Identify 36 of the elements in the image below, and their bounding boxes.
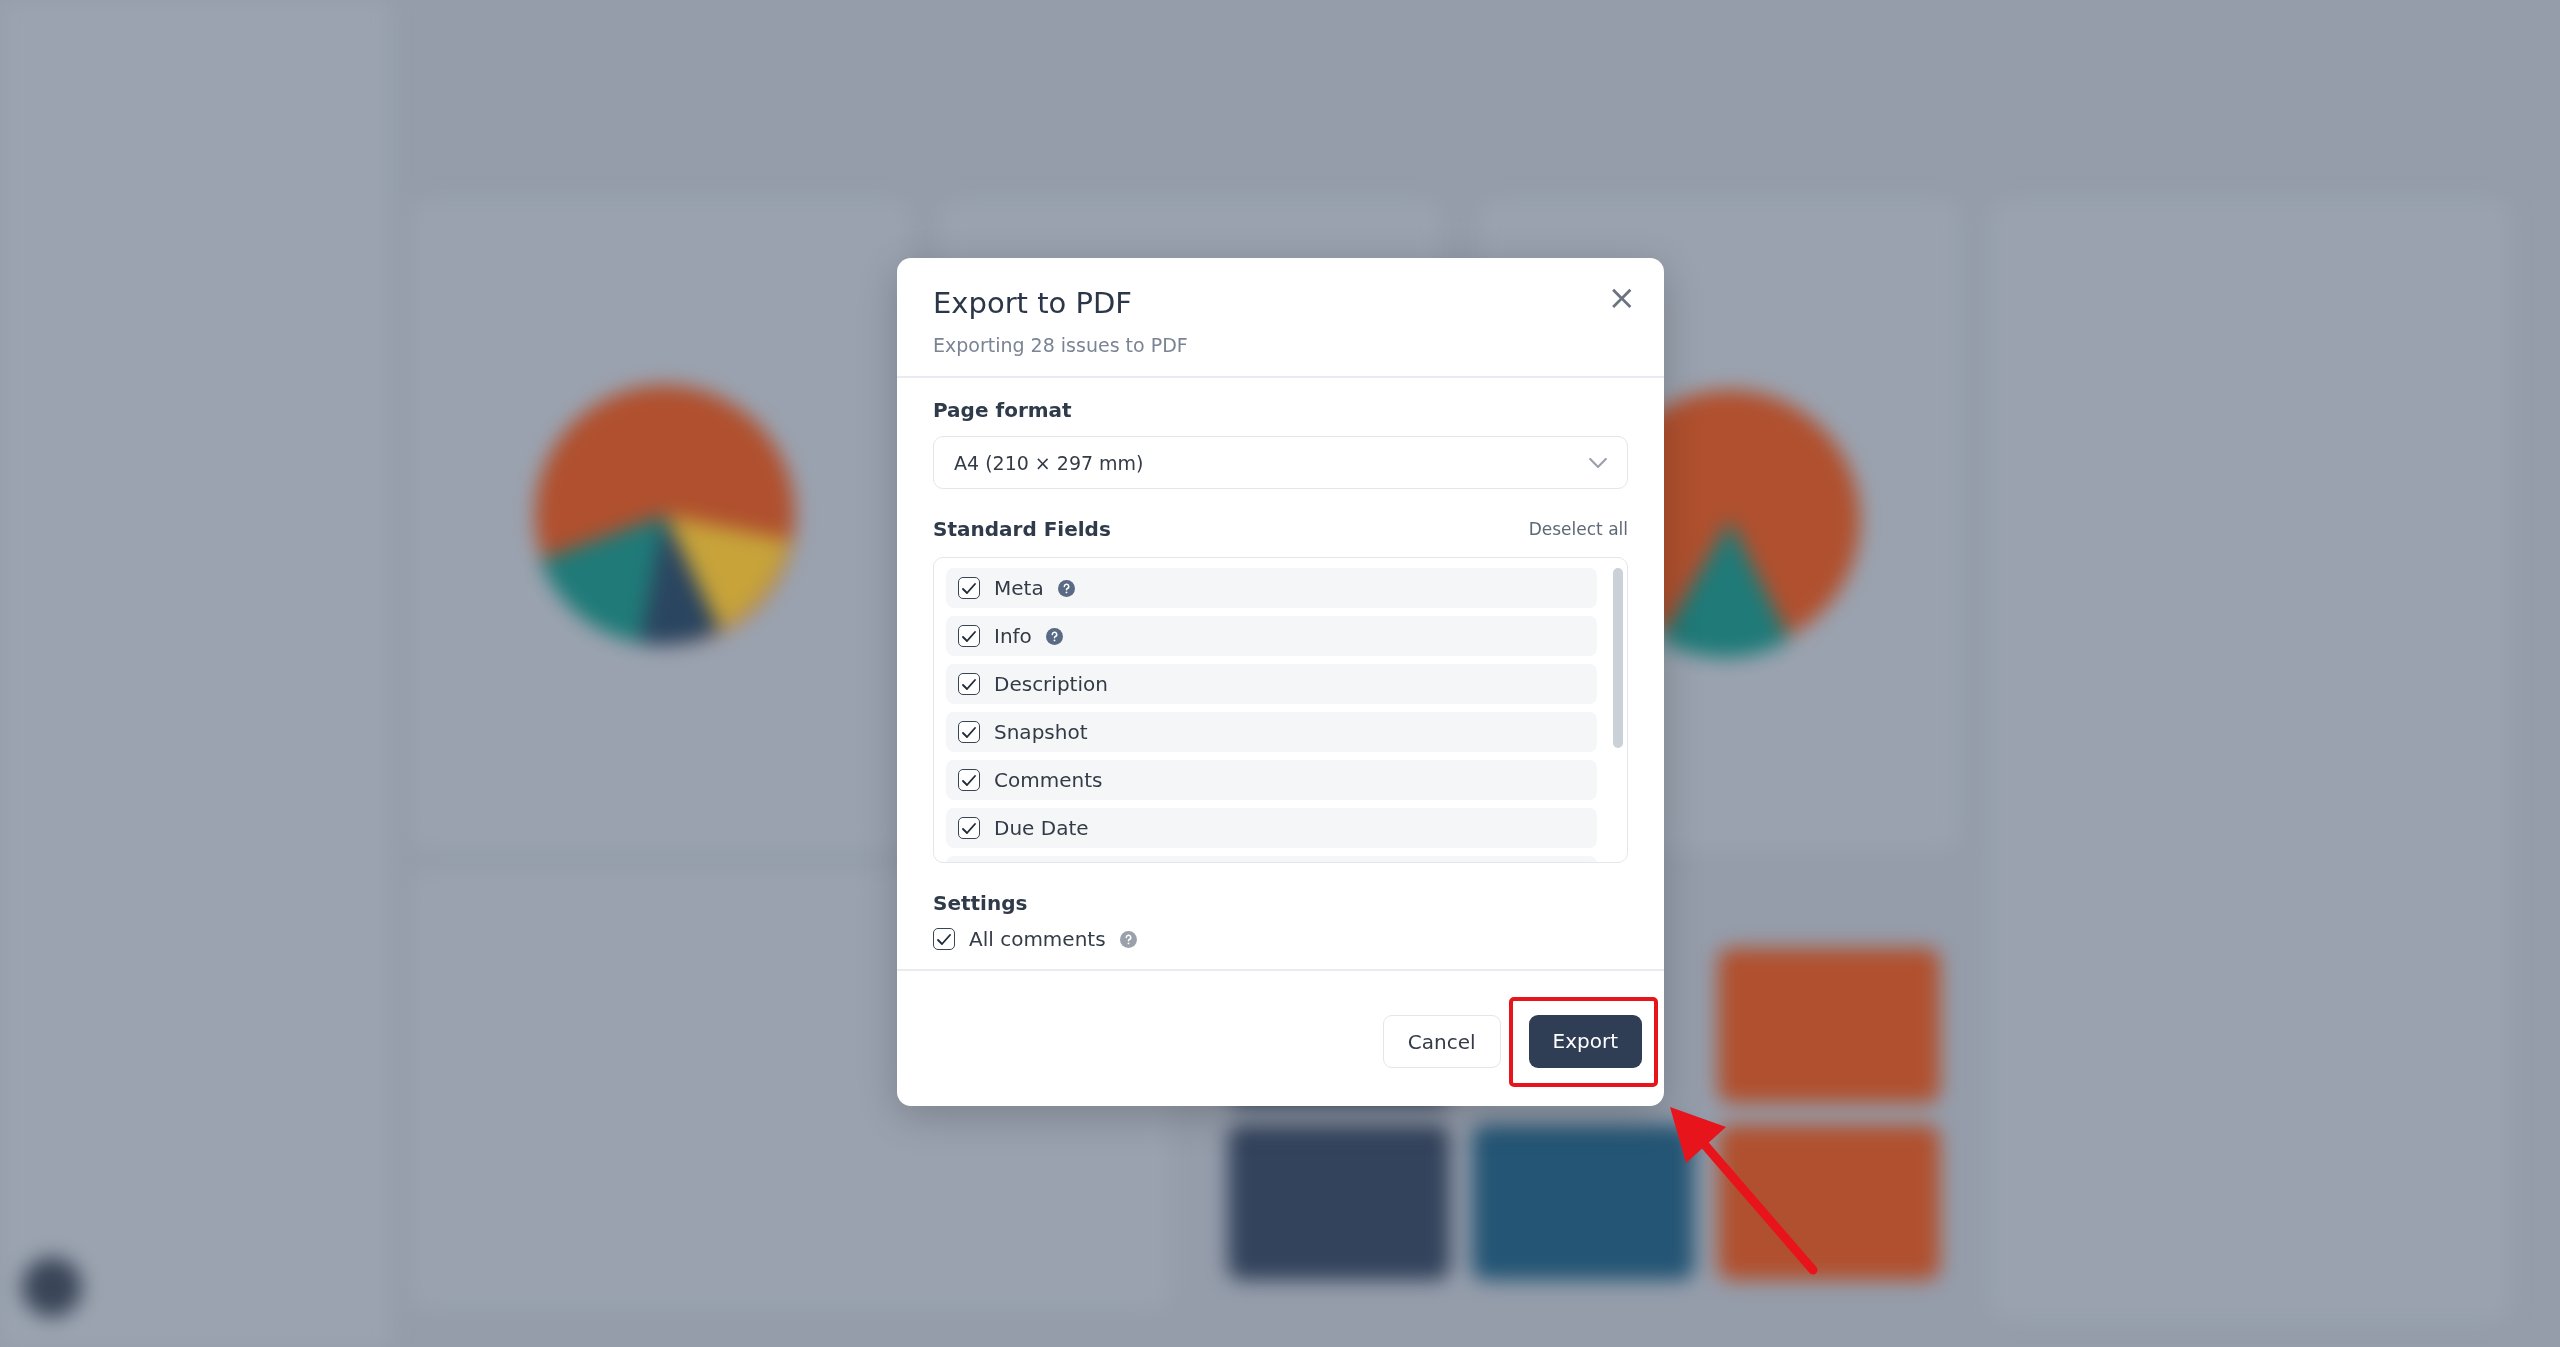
checkbox[interactable] xyxy=(933,928,955,950)
export-button[interactable]: Export xyxy=(1528,1014,1642,1068)
help-icon[interactable] xyxy=(1119,930,1137,948)
section-label: Page format xyxy=(933,398,1073,422)
dialog-subtitle: Exporting 28 issues to PDF xyxy=(933,334,1188,356)
checkmark-icon xyxy=(962,726,976,738)
dialog-title: Export to PDF xyxy=(933,286,1133,320)
field-label: Snapshot xyxy=(994,720,1088,744)
cancel-button[interactable]: Cancel xyxy=(1382,1015,1501,1068)
checkbox[interactable] xyxy=(958,577,980,599)
help-icon[interactable] xyxy=(1057,579,1075,597)
checkbox[interactable] xyxy=(958,625,980,647)
checkmark-icon xyxy=(962,678,976,690)
page-format-select[interactable]: A4 (210 × 297 mm) xyxy=(933,436,1628,489)
help-icon[interactable] xyxy=(1045,627,1063,645)
deselect-all-link[interactable]: Deselect all xyxy=(1528,519,1628,539)
checkmark-icon xyxy=(962,630,976,642)
checkmark-icon xyxy=(962,822,976,834)
checkbox[interactable] xyxy=(958,769,980,791)
field-label: Comments xyxy=(994,768,1103,792)
section-label: Settings xyxy=(933,891,1029,915)
checkbox[interactable] xyxy=(958,721,980,743)
field-label: All comments xyxy=(969,927,1106,951)
chevron-down-icon xyxy=(1589,457,1607,468)
checkmark-icon xyxy=(962,774,976,786)
checkmark-icon xyxy=(962,582,976,594)
close-button[interactable]: × xyxy=(1603,280,1640,314)
field-label: Info xyxy=(994,624,1032,648)
checkmark-icon xyxy=(937,933,951,945)
field-label: Meta xyxy=(994,576,1044,600)
checkbox[interactable] xyxy=(958,673,980,695)
scrollbar-thumb[interactable] xyxy=(1613,568,1623,748)
section-label: Standard Fields xyxy=(933,517,1111,541)
checkbox[interactable] xyxy=(958,817,980,839)
field-label: Description xyxy=(994,672,1108,696)
field-label: Due Date xyxy=(994,816,1089,840)
